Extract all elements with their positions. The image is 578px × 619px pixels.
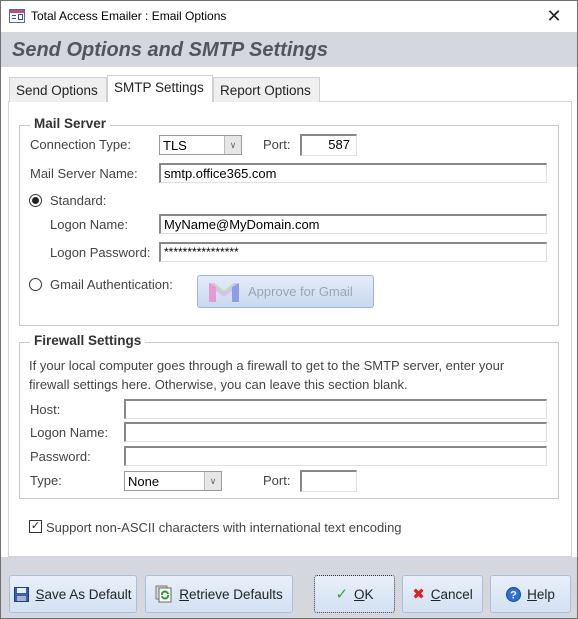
firewall-type-select[interactable]: None ∨	[124, 471, 222, 491]
mnemonic: O	[354, 586, 365, 602]
logon-name-input[interactable]: MyName@MyDomain.com	[159, 214, 547, 234]
svg-text:?: ?	[510, 589, 517, 601]
gmail-authentication-label: Gmail Authentication:	[50, 277, 173, 292]
port-label: Port:	[263, 137, 291, 152]
mnemonic: C	[430, 586, 441, 602]
standard-label: Standard:	[50, 193, 107, 208]
close-button[interactable]: ✕	[531, 1, 577, 32]
firewall-type-value: None	[128, 474, 160, 489]
floppy-disk-icon	[14, 586, 30, 602]
ok-label: OK	[354, 587, 374, 602]
window-title: Total Access Emailer : Email Options	[31, 9, 227, 23]
tab-label: SMTP Settings	[114, 80, 204, 95]
logon-password-label: Logon Password:	[50, 245, 151, 260]
help-question-icon: ?	[506, 586, 522, 602]
label-rest: elp	[536, 586, 555, 602]
mail-server-group-title: Mail Server	[30, 116, 111, 131]
help-label: Help	[527, 587, 555, 602]
tab-report-options[interactable]: Report Options	[213, 77, 320, 102]
chevron-down-icon[interactable]: ∨	[224, 136, 241, 154]
tab-smtp-settings[interactable]: SMTP Settings	[107, 75, 213, 102]
standard-radio[interactable]	[29, 194, 42, 207]
label-rest: ancel	[440, 586, 473, 602]
mnemonic: H	[527, 586, 537, 602]
logon-password-input[interactable]: ****************	[159, 242, 547, 262]
firewall-port-input[interactable]	[300, 470, 357, 492]
cancel-label: Cancel	[431, 587, 473, 602]
save-as-default-button[interactable]: Save As Default	[9, 575, 137, 613]
label-rest: etrieve Defaults	[188, 586, 283, 602]
checkmark-icon: ✓	[335, 586, 349, 603]
approve-for-gmail-label: Approve for Gmail	[248, 284, 353, 299]
port-input[interactable]: 587	[300, 134, 357, 156]
ok-button[interactable]: ✓ OK	[314, 575, 395, 613]
page-title: Send Options and SMTP Settings	[12, 39, 328, 61]
retrieve-defaults-button[interactable]: Retrieve Defaults	[145, 575, 293, 613]
firewall-password-label: Password:	[30, 449, 91, 464]
mail-server-name-input[interactable]: smtp.office365.com	[159, 163, 547, 183]
check-icon: ✓	[30, 520, 41, 532]
email-options-dialog: Total Access Emailer : Email Options ✕ S…	[0, 0, 578, 619]
mail-server-name-label: Mail Server Name:	[30, 166, 138, 181]
header-band: Send Options and SMTP Settings	[1, 32, 577, 67]
firewall-type-label: Type:	[30, 473, 62, 488]
connection-type-label: Connection Type:	[30, 137, 131, 152]
logon-name-label: Logon Name:	[50, 217, 129, 232]
connection-type-value: TLS	[163, 138, 187, 153]
tab-label: Report Options	[220, 83, 311, 98]
firewall-logon-name-label: Logon Name:	[30, 425, 109, 440]
firewall-description-line-1: If your local computer goes through a fi…	[29, 358, 505, 373]
firewall-password-input[interactable]	[124, 446, 547, 466]
label-rest: ave As Default	[44, 586, 132, 602]
mnemonic: R	[179, 586, 189, 602]
non-ascii-support-label: Support non-ASCII characters with intern…	[46, 520, 402, 535]
chevron-down-icon[interactable]: ∨	[204, 472, 221, 490]
label-rest: K	[364, 586, 374, 602]
non-ascii-support-checkbox[interactable]: ✓	[29, 520, 42, 533]
gmail-authentication-radio[interactable]	[29, 278, 42, 291]
cancel-button[interactable]: ✖ Cancel	[402, 575, 483, 613]
approve-for-gmail-button[interactable]: Approve for Gmail	[197, 275, 374, 308]
tab-label: Send Options	[16, 83, 98, 98]
firewall-host-label: Host:	[30, 402, 61, 417]
refresh-documents-icon	[155, 585, 172, 603]
connection-type-select[interactable]: TLS ∨	[159, 135, 242, 155]
firewall-host-input[interactable]	[124, 399, 547, 419]
tab-send-options[interactable]: Send Options	[9, 77, 107, 102]
gmail-icon	[209, 283, 239, 302]
x-cancel-icon: ✖	[412, 586, 425, 603]
form-app-icon	[9, 9, 25, 23]
title-bar: Total Access Emailer : Email Options ✕	[1, 1, 577, 32]
help-button[interactable]: ? Help	[490, 575, 571, 613]
firewall-logon-name-input[interactable]	[124, 422, 547, 442]
close-icon: ✕	[546, 6, 562, 26]
firewall-port-label: Port:	[263, 473, 291, 488]
firewall-group-title: Firewall Settings	[30, 333, 146, 348]
retrieve-defaults-label: Retrieve Defaults	[179, 587, 283, 602]
firewall-description-line-2: firewall settings here. Otherwise, you c…	[29, 377, 408, 392]
save-as-default-label: Save As Default	[35, 587, 131, 602]
